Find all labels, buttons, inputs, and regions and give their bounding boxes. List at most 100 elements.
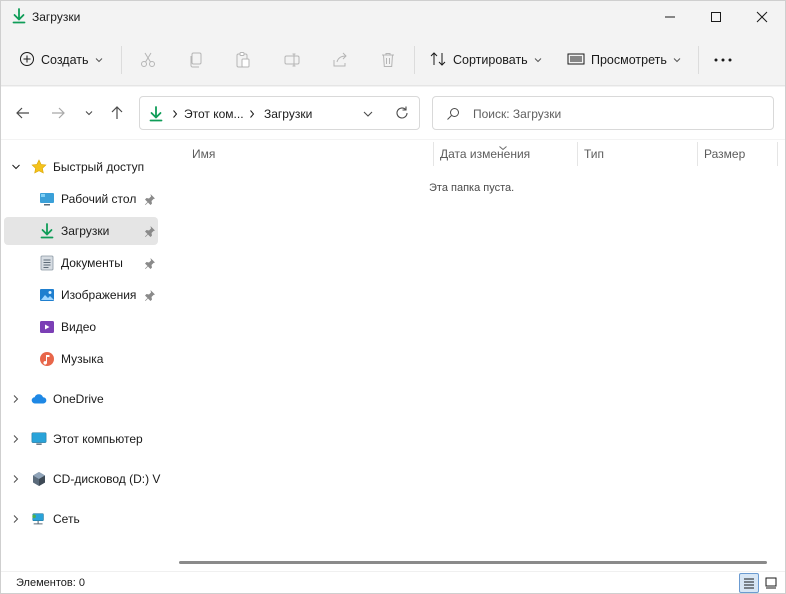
- sidebar-item-label: Музыка: [61, 352, 104, 366]
- sidebar-item-label: OneDrive: [53, 392, 104, 406]
- music-icon: [39, 351, 55, 367]
- file-explorer-window: Загрузки Создать Сортировать Просмотреть…: [0, 0, 786, 594]
- cloud-icon: [31, 391, 47, 407]
- search-icon: [446, 107, 460, 124]
- chevron-down-icon: [673, 53, 681, 67]
- sidebar-item-label: Сеть: [53, 512, 80, 526]
- sidebar-item-network[interactable]: Сеть: [4, 505, 158, 533]
- column-header-type[interactable]: Тип: [584, 147, 604, 161]
- sidebar-item-label: Видео: [61, 320, 97, 334]
- desktop-icon: [39, 191, 55, 207]
- address-dropdown-icon[interactable]: [362, 108, 374, 122]
- downloads-icon: [148, 106, 164, 125]
- pictures-icon: [39, 287, 55, 303]
- column-header-date-modified[interactable]: Дата изменения: [440, 147, 530, 161]
- chevron-right-icon[interactable]: [11, 513, 21, 527]
- column-divider[interactable]: [433, 142, 434, 166]
- up-button[interactable]: [107, 103, 127, 123]
- sidebar-item-cd-drive[interactable]: CD-дисковод (D:) V: [4, 465, 161, 493]
- chevron-right-icon: [248, 108, 256, 122]
- downloads-icon: [11, 8, 27, 24]
- cd-drive-icon: [31, 471, 47, 487]
- rename-icon[interactable]: [280, 48, 304, 72]
- sidebar-item-pictures[interactable]: Изображения: [4, 281, 158, 309]
- window-title: Загрузки: [32, 10, 81, 24]
- cut-icon[interactable]: [136, 48, 160, 72]
- command-bar: Создать Сортировать Просмотреть: [1, 34, 785, 86]
- item-count: Элементов: 0: [16, 577, 85, 589]
- navigation-row: Этот ком... Загрузки Поиск: Загрузки: [1, 87, 785, 139]
- close-button[interactable]: [739, 1, 785, 33]
- details-view-button[interactable]: [739, 573, 759, 593]
- chevron-right-icon[interactable]: [11, 433, 21, 447]
- delete-icon[interactable]: [376, 48, 400, 72]
- sidebar-item-label: Изображения: [61, 288, 137, 302]
- sidebar-item-desktop[interactable]: Рабочий стол: [4, 185, 158, 213]
- sidebar-item-label: Этот компьютер: [53, 432, 143, 446]
- paste-icon[interactable]: [231, 48, 255, 72]
- column-divider[interactable]: [777, 142, 778, 166]
- sidebar-item-this-pc[interactable]: Этот компьютер: [4, 425, 158, 453]
- forward-button[interactable]: [48, 103, 68, 123]
- sort-arrows-icon: [429, 51, 447, 70]
- copy-icon[interactable]: [184, 48, 208, 72]
- toolbar-separator: [121, 46, 122, 74]
- address-bar[interactable]: Этот ком... Загрузки: [139, 96, 420, 130]
- toolbar-separator: [414, 46, 415, 74]
- large-icons-view-button[interactable]: [761, 573, 781, 593]
- column-header-size[interactable]: Размер: [704, 147, 745, 161]
- sort-label: Сортировать: [453, 53, 528, 67]
- sidebar-item-documents[interactable]: Документы: [4, 249, 158, 277]
- sidebar-item-label: Рабочий стол: [61, 192, 137, 206]
- breadcrumb-downloads[interactable]: Загрузки: [264, 107, 312, 121]
- sidebar-item-label: Документы: [61, 256, 123, 270]
- view-label: Просмотреть: [591, 53, 667, 67]
- chevron-down-icon[interactable]: [11, 161, 21, 175]
- maximize-button[interactable]: [693, 1, 739, 33]
- sidebar-item-quick-access[interactable]: Быстрый доступ: [4, 153, 158, 181]
- refresh-icon[interactable]: [394, 105, 410, 124]
- pin-icon[interactable]: [144, 193, 156, 208]
- share-icon[interactable]: [328, 48, 352, 72]
- sidebar-item-onedrive[interactable]: OneDrive: [4, 385, 158, 413]
- plus-circle-icon: [19, 51, 35, 70]
- pin-icon[interactable]: [144, 289, 156, 304]
- status-bar: Элементов: 0: [1, 571, 785, 593]
- file-list-pane: Имя Дата изменения Тип Размер Эта папка …: [161, 140, 785, 571]
- pin-icon[interactable]: [144, 225, 156, 240]
- sort-button[interactable]: Сортировать: [429, 44, 542, 76]
- sidebar-item-label: Быстрый доступ: [53, 160, 145, 174]
- pin-icon[interactable]: [144, 257, 156, 272]
- empty-folder-message: Эта папка пуста.: [429, 182, 515, 194]
- back-button[interactable]: [13, 103, 33, 123]
- minimize-button[interactable]: [647, 1, 693, 33]
- toolbar-separator: [698, 46, 699, 74]
- search-box[interactable]: Поиск: Загрузки: [432, 96, 774, 130]
- column-divider[interactable]: [577, 142, 578, 166]
- sidebar-item-label: Загрузки: [61, 224, 110, 238]
- sidebar-item-music[interactable]: Музыка: [4, 345, 158, 373]
- sidebar-item-videos[interactable]: Видео: [4, 313, 158, 341]
- sidebar-item-label: CD-дисковод (D:) V: [53, 472, 161, 486]
- chevron-right-icon: [171, 108, 179, 122]
- column-header-name[interactable]: Имя: [192, 147, 215, 161]
- chevron-right-icon[interactable]: [11, 473, 21, 487]
- downloads-icon: [39, 223, 55, 239]
- search-placeholder: Поиск: Загрузки: [473, 107, 562, 121]
- more-options-icon[interactable]: [711, 48, 735, 72]
- view-button[interactable]: Просмотреть: [567, 44, 681, 76]
- chevron-right-icon[interactable]: [11, 393, 21, 407]
- column-divider[interactable]: [697, 142, 698, 166]
- chevron-down-icon: [95, 53, 103, 67]
- horizontal-scrollbar[interactable]: [179, 561, 767, 564]
- recent-locations-button[interactable]: [79, 103, 99, 123]
- sidebar-item-downloads[interactable]: Загрузки: [4, 217, 158, 245]
- video-icon: [39, 319, 55, 335]
- breadcrumb-this-pc[interactable]: Этот ком...: [184, 107, 244, 121]
- network-icon: [31, 511, 47, 527]
- star-icon: [31, 159, 47, 175]
- title-bar: Загрузки: [1, 1, 785, 33]
- create-label: Создать: [41, 53, 89, 67]
- create-button[interactable]: Создать: [19, 44, 103, 76]
- computer-icon: [31, 431, 47, 447]
